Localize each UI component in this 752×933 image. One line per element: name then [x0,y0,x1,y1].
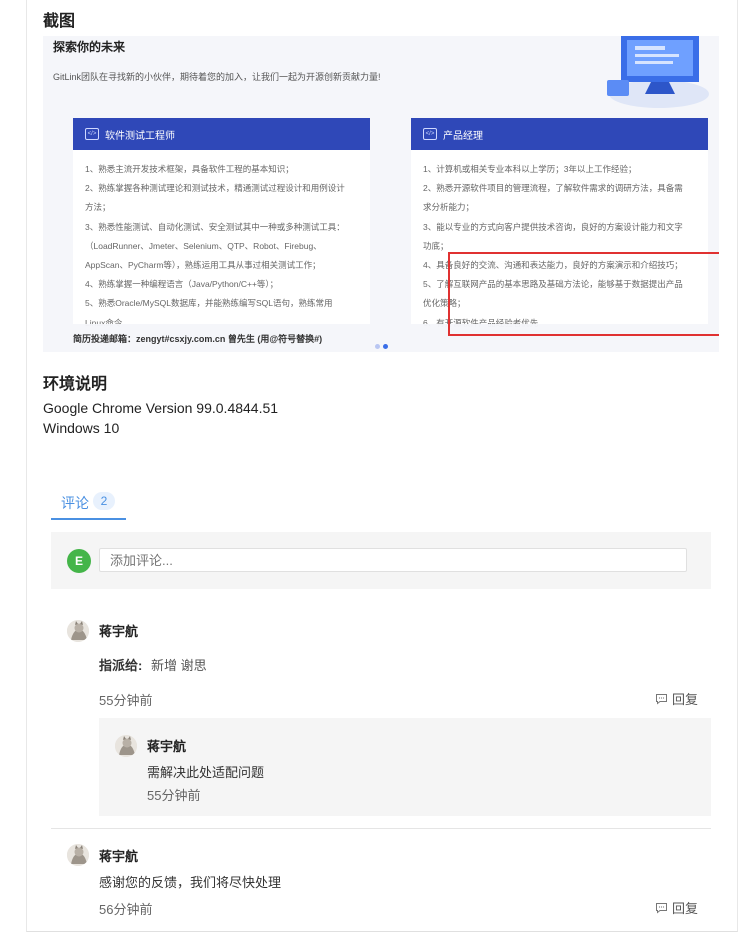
job-title: 软件测试工程师 [105,130,175,142]
reply-author[interactable]: 蒋宇航 [147,736,186,755]
tab-comments[interactable]: 评论 2 [51,490,126,520]
carousel-dots [375,336,391,352]
image-title: 探索你的未来 [53,40,126,54]
job-title: 产品经理 [443,130,483,142]
cat-avatar-icon [115,735,137,757]
reply-button[interactable]: 回复 [655,689,698,708]
reply-label: 回复 [672,692,699,707]
screenshot-heading: 截图 [43,13,76,30]
comment-time: 55分钟前 [99,693,153,708]
comment-time: 56分钟前 [99,902,153,917]
highlight-annotation-box [448,252,719,336]
assign-value: 新增 谢思 [151,658,207,673]
monitor-illustration-icon [607,36,709,108]
job-line: 4、熟练掌握一种编程语言（Java/Python/C++等）； [85,279,279,290]
job-card-test-engineer: </> 软件测试工程师 1、熟悉主流开发技术框架，具备软件工程的基本知识； 2、熟… [73,118,370,350]
reply-button[interactable]: 回复 [655,898,698,917]
job-line: 5、熟悉Oracle/MySQL数据库，并能熟练编写SQL语句，熟练常用 [85,298,333,309]
tab-comments-label: 评论 [61,495,89,511]
avatar: E [67,549,91,573]
cat-avatar-icon [67,620,89,642]
environment-line: Google Chrome Version 99.0.4844.51 [43,400,279,416]
job-line: 3、能以专业的方式向客户提供技术咨询，良好的方案设计能力和文字 [423,221,683,232]
divider [51,828,711,829]
job-line: 求分析能力； [423,202,475,213]
environment-heading: 环境说明 [43,376,108,393]
job-line: 3、熟悉性能测试、自动化测试、安全测试其中一种或多种测试工具： [85,221,345,232]
job-line: AppScan、PyCharm等），熟练运用工具从事过相关测试工作； [85,260,321,271]
environment-line: Windows 10 [43,420,120,436]
job-line: 1、熟悉主流开发技术框架，具备软件工程的基本知识； [85,164,294,174]
code-icon: </> [423,128,437,140]
comment-input[interactable] [99,548,687,572]
comment-icon [656,693,667,705]
comment-icon [656,902,667,914]
reply-text: 需解决此处适配问题 [147,765,265,780]
comment-author[interactable]: 蒋宇航 [99,621,138,640]
carousel-dot-active[interactable] [383,344,388,349]
avatar[interactable] [67,844,89,866]
resume-email-text: 简历投递邮箱：zengyt#csxjy.com.cn 曾先生 (用@符号替换#) [73,334,323,344]
reply-time: 55分钟前 [147,788,201,803]
job-line: 1、计算机或相关专业本科以上学历；3年以上工作经验； [423,164,637,174]
comment-count-badge: 2 [93,492,115,510]
job-line: 2、熟悉开源软件项目的管理流程，了解软件需求的调研方法，具备需 [423,183,683,194]
screenshot-image[interactable]: 探索你的未来 GitLink团队在寻找新的小伙伴，期待着您的加入，让我们一起为开… [43,36,719,352]
avatar[interactable] [115,735,137,757]
comment-author[interactable]: 蒋宇航 [99,846,138,865]
job-line: 2、熟练掌握各种测试理论和测试技术，精通测试过程设计和用例设计 [85,183,345,194]
carousel-dot[interactable] [375,344,380,349]
new-comment-area: E [51,532,711,589]
reply-label: 回复 [672,901,699,916]
image-subtitle: GitLink团队在寻找新的小伙伴，期待着您的加入，让我们一起为开源创新贡献力量… [53,72,381,82]
job-line: （LoadRunner、Jmeter、Selenium、QTP、Robot、Fi… [85,240,322,251]
comment-text: 感谢您的反馈，我们将尽快处理 [99,875,282,890]
cat-avatar-icon [67,844,89,866]
code-icon: </> [85,128,99,140]
avatar[interactable] [67,620,89,642]
job-line: 方法； [85,202,111,213]
assign-label: 指派给: [99,658,143,673]
reply-thread: 蒋宇航 需解决此处适配问题 55分钟前 [99,718,711,816]
